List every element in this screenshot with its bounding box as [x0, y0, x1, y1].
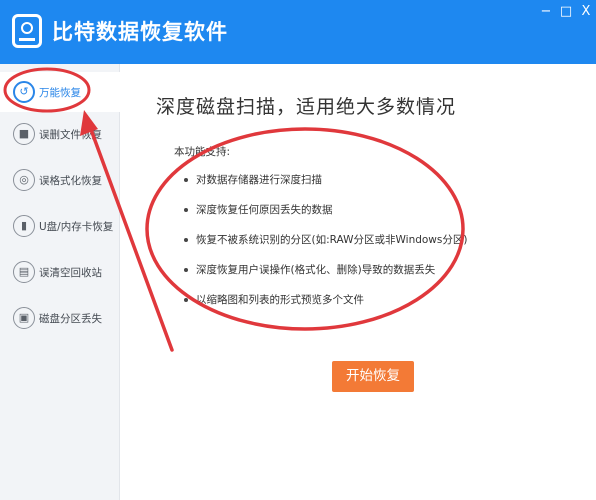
feature-item: 以缩略图和列表的形式预览多个文件	[184, 292, 467, 322]
sidebar: ↺ 万能恢复 ■ 误删文件恢复 ◎ 误格式化恢复 ▮ U盘/内存卡恢复 ▤ 误清…	[0, 64, 120, 500]
sidebar-item-label: 万能恢复	[39, 87, 81, 99]
sidebar-item-label: 误清空回收站	[39, 267, 102, 279]
folder-icon: ■	[13, 123, 35, 145]
sidebar-item-label: 磁盘分区丢失	[39, 313, 102, 325]
sidebar-item-partition-loss[interactable]: ▣ 磁盘分区丢失	[0, 298, 120, 338]
trash-icon: ▤	[13, 261, 35, 283]
app-logo-icon	[12, 14, 42, 48]
feature-item: 深度恢复任何原因丢失的数据	[184, 202, 467, 232]
disk-icon: ◎	[13, 169, 35, 191]
start-recovery-button[interactable]: 开始恢复	[332, 361, 414, 392]
feature-item: 深度恢复用户误操作(格式化、删除)导致的数据丢失	[184, 262, 467, 292]
app-title: 比特数据恢复软件	[52, 20, 228, 44]
sidebar-item-label: 误格式化恢复	[39, 175, 102, 187]
sidebar-item-deleted-files[interactable]: ■ 误删文件恢复	[0, 114, 120, 154]
refresh-icon: ↺	[13, 81, 35, 103]
feature-intro: 本功能支持:	[174, 146, 231, 158]
feature-list: 对数据存储器进行深度扫描 深度恢复任何原因丢失的数据 恢复不被系统识别的分区(如…	[184, 172, 467, 322]
sidebar-item-recycle-bin[interactable]: ▤ 误清空回收站	[0, 252, 120, 292]
feature-item: 恢复不被系统识别的分区(如:RAW分区或非Windows分区)	[184, 232, 467, 262]
minimize-button[interactable]: −	[538, 4, 554, 19]
sidebar-item-label: 误删文件恢复	[39, 129, 102, 141]
page-title: 深度磁盘扫描，适用绝大多数情况	[156, 96, 457, 118]
usb-icon: ▮	[13, 215, 35, 237]
save-icon: ▣	[13, 307, 35, 329]
feature-item: 对数据存储器进行深度扫描	[184, 172, 467, 202]
close-button[interactable]: X	[578, 4, 594, 19]
sidebar-item-format-recovery[interactable]: ◎ 误格式化恢复	[0, 160, 120, 200]
sidebar-item-label: U盘/内存卡恢复	[39, 221, 114, 233]
sidebar-item-usb-card[interactable]: ▮ U盘/内存卡恢复	[0, 206, 120, 246]
maximize-button[interactable]: □	[558, 4, 574, 19]
title-bar: 比特数据恢复软件 − □ X	[0, 0, 596, 64]
sidebar-item-universal-recovery[interactable]: ↺ 万能恢复	[0, 72, 120, 112]
